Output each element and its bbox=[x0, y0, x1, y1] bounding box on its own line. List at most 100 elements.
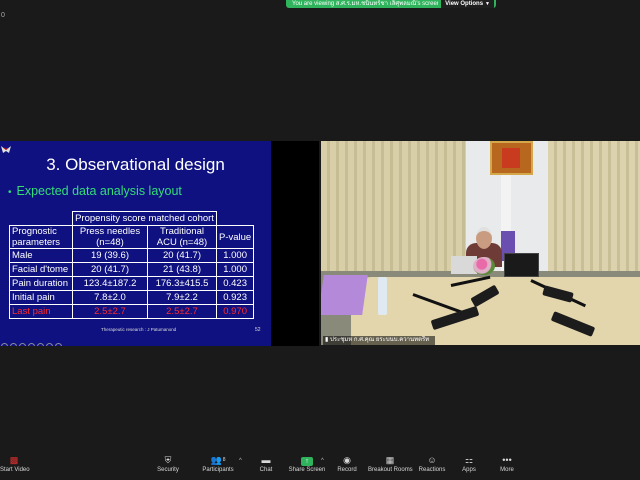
slide-control-icons bbox=[1, 337, 64, 346]
security-label: Security bbox=[157, 467, 179, 473]
more-button[interactable]: ••• More bbox=[497, 455, 517, 473]
table-row: Facial d'tome 20 (41.7) 21 (43.8) 1.000 bbox=[9, 262, 255, 277]
table-row: Male 19 (39.6) 20 (41.7) 1.000 bbox=[9, 248, 255, 263]
reactions-button[interactable]: ☺ Reactions bbox=[418, 455, 446, 473]
purple-screen bbox=[321, 275, 368, 315]
slide-title: 3. Observational design bbox=[46, 155, 225, 174]
table-group-row: Propensity score matched cohort bbox=[9, 211, 254, 226]
participant-count: 8 bbox=[222, 457, 226, 463]
chevron-down-icon: ▼ bbox=[485, 1, 490, 7]
next-slide-icon[interactable] bbox=[10, 343, 17, 346]
share-divider bbox=[271, 141, 319, 346]
table-header-row: Prognostic parameters Press needles (n=4… bbox=[9, 225, 255, 249]
wall-painting bbox=[490, 141, 533, 175]
menu-icon[interactable] bbox=[55, 343, 62, 346]
record-icon: ◉ bbox=[343, 455, 351, 465]
share-caret-icon[interactable]: ^ bbox=[321, 458, 324, 464]
table-cell: 0.923 bbox=[215, 290, 255, 305]
results-table: Propensity score matched cohort Prognost… bbox=[9, 211, 255, 319]
table-cell: 19 (39.6) bbox=[72, 248, 148, 263]
slide-footer-credit: Therapeutic research : J Patumanond bbox=[101, 327, 177, 332]
participants-caret-icon[interactable]: ^ bbox=[239, 458, 242, 464]
table-cell: 0.423 bbox=[215, 276, 255, 291]
table-row-highlighted: Last pain 2.5±2.7 2.5±2.7 0.970 bbox=[9, 304, 255, 319]
pen-icon[interactable] bbox=[19, 343, 26, 346]
participants-icon: 👥8 bbox=[210, 455, 226, 465]
table-cell: Male bbox=[9, 248, 73, 263]
table-row: Pain duration 123.4±187.2 176.3±415.5 0.… bbox=[9, 276, 255, 291]
more-icon: ••• bbox=[502, 455, 512, 465]
table-cell: Last pain bbox=[9, 304, 73, 319]
table-cell: 20 (41.7) bbox=[72, 262, 148, 277]
water-bottle bbox=[378, 277, 387, 315]
search-icon[interactable] bbox=[37, 343, 44, 346]
apps-icon: ⚏ bbox=[464, 455, 474, 465]
table-group-header: Propensity score matched cohort bbox=[72, 211, 217, 226]
apps-label: Apps bbox=[462, 467, 476, 473]
record-button[interactable]: ◉ Record bbox=[336, 455, 358, 473]
participant-video[interactable] bbox=[321, 141, 640, 345]
mic-icon: ▮ bbox=[325, 337, 329, 343]
participants-button[interactable]: 👥8 Participants bbox=[200, 455, 236, 473]
breakout-rooms-button[interactable]: ▦ Breakout Rooms bbox=[368, 455, 413, 473]
meeting-toolbar: ▩ Start Video ⛨ Security 👥8 Participants… bbox=[0, 450, 640, 480]
corner-indicator: 0 bbox=[1, 12, 5, 19]
desk-monitor bbox=[504, 253, 539, 277]
table-cell: 2.5±2.7 bbox=[147, 304, 217, 319]
curtain-left bbox=[321, 141, 466, 271]
table-cell: 7.8±2.0 bbox=[72, 290, 148, 305]
table-cell: Initial pain bbox=[9, 290, 73, 305]
bullet-icon: • bbox=[8, 187, 12, 198]
table-cell: Facial d'tome bbox=[9, 262, 73, 277]
table-cell: 20 (41.7) bbox=[147, 248, 217, 263]
breakout-rooms-label: Breakout Rooms bbox=[368, 467, 413, 473]
video-off-icon: ▩ bbox=[9, 455, 19, 465]
previous-slide-icon[interactable] bbox=[1, 343, 8, 346]
table-header: P-value bbox=[215, 225, 255, 249]
reactions-label: Reactions bbox=[418, 467, 446, 473]
shield-icon: ⛨ bbox=[164, 455, 172, 465]
chat-label: Chat bbox=[259, 467, 273, 473]
start-video-button[interactable]: ▩ Start Video bbox=[0, 455, 30, 473]
screen-share-banner: You are viewing ส.ศ.ร.มห.ชนินทร์ชา เลิศุ… bbox=[286, 0, 496, 8]
screen-share-message: You are viewing ส.ศ.ร.มห.ชนินทร์ชา เลิศุ… bbox=[292, 1, 438, 7]
table-cell: Pain duration bbox=[9, 276, 73, 291]
table-header: Traditional ACU (n=48) bbox=[147, 225, 217, 249]
breakout-rooms-icon: ▦ bbox=[385, 455, 395, 465]
slide-bullet-text: Expected data analysis layout bbox=[16, 184, 182, 198]
table-header: Press needles (n=48) bbox=[72, 225, 148, 249]
grid-icon[interactable] bbox=[46, 343, 53, 346]
chat-button[interactable]: ▬ Chat bbox=[256, 455, 276, 473]
slide-bullet: • Expected data analysis layout bbox=[8, 184, 182, 198]
share-screen-label: Share Screen bbox=[288, 467, 326, 473]
chat-icon: ▬ bbox=[261, 455, 271, 465]
flower-bouquet bbox=[473, 257, 495, 275]
record-label: Record bbox=[337, 467, 357, 473]
highlighter-icon[interactable] bbox=[28, 343, 35, 346]
table-cell: 7.9±2.2 bbox=[147, 290, 217, 305]
more-label: More bbox=[500, 467, 514, 473]
presenter-head bbox=[476, 227, 492, 249]
table-cell: 1.000 bbox=[215, 262, 255, 277]
view-options-button[interactable]: View Options ▼ bbox=[441, 0, 494, 8]
table-cell: 2.5±2.7 bbox=[72, 304, 148, 319]
table-blank-cell bbox=[216, 211, 254, 226]
participant-name-label: ▮ ประชุมห ก.ศ.คุณ ยระบนบ.ควานทตรีท bbox=[323, 336, 435, 345]
table-row: Initial pain 7.8±2.0 7.9±2.2 0.923 bbox=[9, 290, 255, 305]
participant-name: ประชุมห ก.ศ.คุณ ยระบนบ.ควานทตรีท bbox=[329, 337, 430, 343]
reactions-icon: ☺ bbox=[427, 455, 437, 465]
slide-page-number: 52 bbox=[255, 327, 261, 333]
table-cell: 0.970 bbox=[215, 304, 255, 319]
apps-button[interactable]: ⚏ Apps bbox=[460, 455, 478, 473]
table-cell: 1.000 bbox=[215, 248, 255, 263]
table-header: Prognostic parameters bbox=[9, 225, 73, 249]
table-cell: 123.4±187.2 bbox=[72, 276, 148, 291]
shared-slide: 3. Observational design • Expected data a… bbox=[0, 141, 271, 346]
view-options-label: View Options bbox=[445, 1, 484, 7]
participants-label: Participants bbox=[202, 467, 234, 473]
start-video-label: Start Video bbox=[0, 467, 30, 473]
table-cell: 21 (43.8) bbox=[147, 262, 217, 277]
security-button[interactable]: ⛨ Security bbox=[153, 455, 183, 473]
table-blank-cell bbox=[9, 211, 73, 226]
table-cell: 176.3±415.5 bbox=[147, 276, 217, 291]
